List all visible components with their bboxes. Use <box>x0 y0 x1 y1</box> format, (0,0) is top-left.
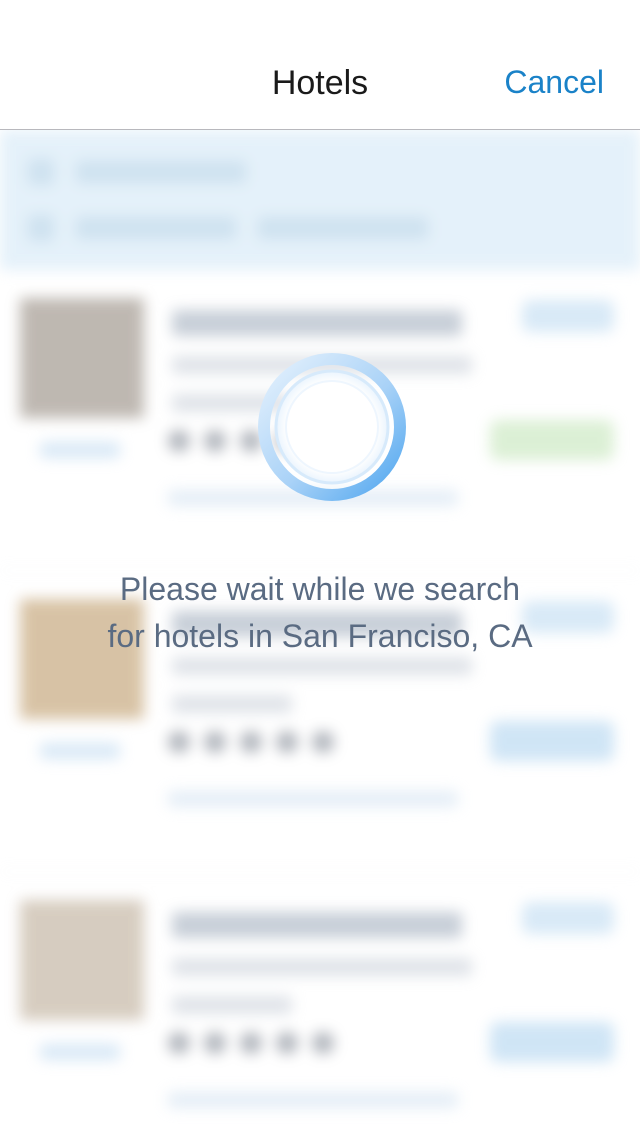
hotel-name-placeholder <box>172 310 462 336</box>
loading-message-line-1: Please wait while we search <box>119 571 521 607</box>
hotel-address-placeholder <box>172 958 472 976</box>
hotel-distance-placeholder <box>172 996 292 1014</box>
price-badge <box>522 902 614 934</box>
filter-placeholder <box>258 217 428 239</box>
photos-link-placeholder <box>40 442 120 458</box>
price-badge <box>522 300 614 332</box>
filter-bar <box>0 130 640 270</box>
hotel-search-screen: Hotels Cancel Please wait while we searc… <box>0 0 640 1136</box>
cancel-button[interactable]: Cancel <box>504 64 604 101</box>
navigation-bar: Hotels Cancel <box>0 0 640 130</box>
tripadvisor-link-placeholder <box>168 1092 458 1108</box>
photos-link-placeholder <box>40 1044 120 1060</box>
tripadvisor-link-placeholder <box>168 791 458 807</box>
filter-icon <box>28 159 54 185</box>
star-rating <box>168 1032 334 1054</box>
book-button-placeholder <box>490 1022 614 1062</box>
filter-row <box>28 158 246 186</box>
loading-spinner-icon <box>258 353 406 501</box>
star-rating <box>168 731 334 753</box>
hotel-thumbnail <box>20 298 144 418</box>
hotel-distance-placeholder <box>172 695 292 713</box>
book-button-placeholder <box>490 721 614 761</box>
loading-message: Please wait while we search for hotels i… <box>40 566 600 660</box>
hotel-name-placeholder <box>172 912 462 938</box>
filter-placeholder <box>76 161 246 183</box>
photos-link-placeholder <box>40 743 120 759</box>
filter-row <box>28 214 428 242</box>
filter-placeholder <box>76 217 236 239</box>
hotel-thumbnail <box>20 900 144 1020</box>
calendar-icon <box>28 215 54 241</box>
deal-badge <box>490 420 614 460</box>
loading-message-line-2: for hotels in San Franciso, CA <box>107 618 533 654</box>
hotel-list-item <box>0 872 640 1136</box>
